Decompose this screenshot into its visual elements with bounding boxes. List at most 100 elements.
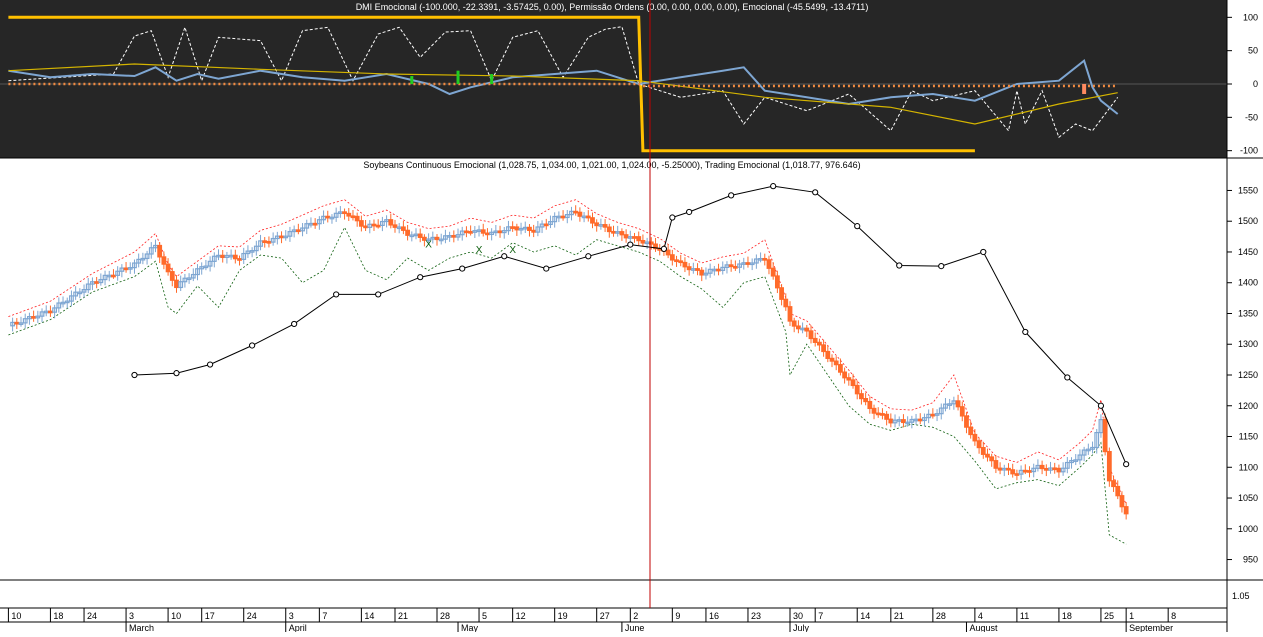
candle-body — [930, 413, 936, 417]
trend-point — [543, 265, 550, 272]
indicator-marker — [1082, 84, 1087, 94]
candle-body — [985, 453, 990, 458]
candle-body — [1006, 467, 1011, 471]
candle-body — [732, 265, 738, 269]
candle-body — [392, 224, 398, 228]
price-y-tick-label: 950 — [1243, 555, 1258, 565]
candle-body — [678, 260, 684, 264]
date-tick-label: 23 — [751, 611, 761, 621]
candle-body — [405, 229, 410, 236]
trend-point — [1064, 374, 1071, 381]
candle-body — [111, 274, 116, 278]
candle-body — [590, 217, 595, 224]
candle-body — [400, 226, 406, 231]
candle-body — [169, 271, 175, 281]
candle-body — [94, 281, 100, 284]
trend-point — [585, 253, 592, 260]
date-tick-label: 16 — [709, 611, 719, 621]
candle-body — [468, 230, 474, 234]
candle-body — [312, 222, 318, 226]
trend-point — [660, 245, 668, 252]
candle-body — [699, 269, 705, 276]
trend-point — [417, 274, 424, 281]
candle-body — [817, 341, 822, 346]
date-tick-label: 3 — [289, 611, 294, 621]
candle-body — [464, 230, 469, 234]
trend-point — [333, 291, 340, 298]
candle-body — [31, 316, 37, 319]
date-tick-label: 7 — [322, 611, 327, 621]
indicator-y-tick-label: 100 — [1243, 12, 1258, 22]
trend-point — [812, 189, 819, 196]
date-tick-label: 1 — [1129, 611, 1134, 621]
month-label: March — [129, 623, 154, 632]
candle-body — [485, 232, 490, 236]
candle-body — [48, 310, 53, 314]
candle-body — [716, 268, 721, 272]
candle-body — [1119, 495, 1125, 508]
date-tick-label: 24 — [87, 611, 97, 621]
date-tick-label: 21 — [894, 611, 904, 621]
trend-point — [669, 214, 676, 221]
date-tick-label: 14 — [364, 611, 374, 621]
candle-body — [619, 231, 625, 236]
candle-body — [1115, 485, 1121, 497]
trend-point — [375, 291, 382, 298]
date-tick-label: 8 — [1171, 611, 1176, 621]
candle-body — [266, 240, 272, 244]
candle-body — [573, 210, 579, 214]
date-tick-label: 27 — [600, 611, 610, 621]
candle-body — [295, 229, 301, 233]
price-y-tick-label: 1150 — [1239, 432, 1258, 442]
month-label: July — [793, 623, 810, 632]
candle-body — [325, 215, 331, 219]
date-tick-label: 21 — [398, 611, 408, 621]
trend-point — [131, 371, 138, 379]
indicator-y-tick-label: -50 — [1245, 112, 1258, 122]
candle-body — [875, 412, 881, 416]
candle-body — [955, 400, 961, 408]
candle-body — [770, 267, 776, 277]
candle-body — [358, 220, 364, 227]
candle-body — [762, 257, 768, 261]
signal-x-marker: X — [476, 245, 483, 256]
candle-body — [636, 236, 642, 242]
date-tick-label: 2 — [633, 611, 638, 621]
trend-point — [728, 192, 735, 199]
candle-body — [993, 460, 999, 469]
trend-point — [686, 208, 693, 216]
candle-body — [560, 215, 566, 219]
candle-body — [510, 226, 516, 229]
date-tick-label: 10 — [171, 611, 181, 621]
trend-point — [1097, 402, 1105, 409]
date-tick-label: 30 — [793, 611, 803, 621]
candle-body — [1027, 470, 1032, 473]
candle-body — [1106, 450, 1112, 482]
candle-body — [585, 215, 591, 219]
candle-body — [880, 413, 885, 416]
date-tick-label: 5 — [482, 611, 487, 621]
candle-body — [375, 224, 381, 228]
candle-body — [1052, 467, 1058, 471]
date-tick-label: 11 — [1020, 611, 1029, 621]
signal-x-marker: X — [425, 240, 432, 251]
candle-body — [279, 235, 284, 239]
candle-body — [901, 419, 906, 424]
trend-point — [291, 320, 298, 328]
candle-body — [774, 275, 780, 289]
candle-body — [174, 279, 179, 289]
candle-body — [527, 226, 532, 231]
price-y-tick-label: 1350 — [1238, 308, 1258, 318]
indicator-green-bar — [490, 74, 494, 84]
candle-body — [972, 433, 978, 442]
price-y-tick-label: 1250 — [1238, 370, 1258, 380]
trend-point — [173, 370, 180, 377]
price-y-tick-label: 1100 — [1239, 462, 1258, 472]
trend-point — [896, 262, 903, 269]
date-tick-label: 12 — [516, 611, 526, 621]
candle-body — [728, 264, 734, 268]
price-y-tick-label: 1200 — [1238, 401, 1258, 411]
candle-body — [783, 298, 789, 308]
trend-point — [770, 183, 777, 190]
trend-point — [459, 265, 466, 272]
